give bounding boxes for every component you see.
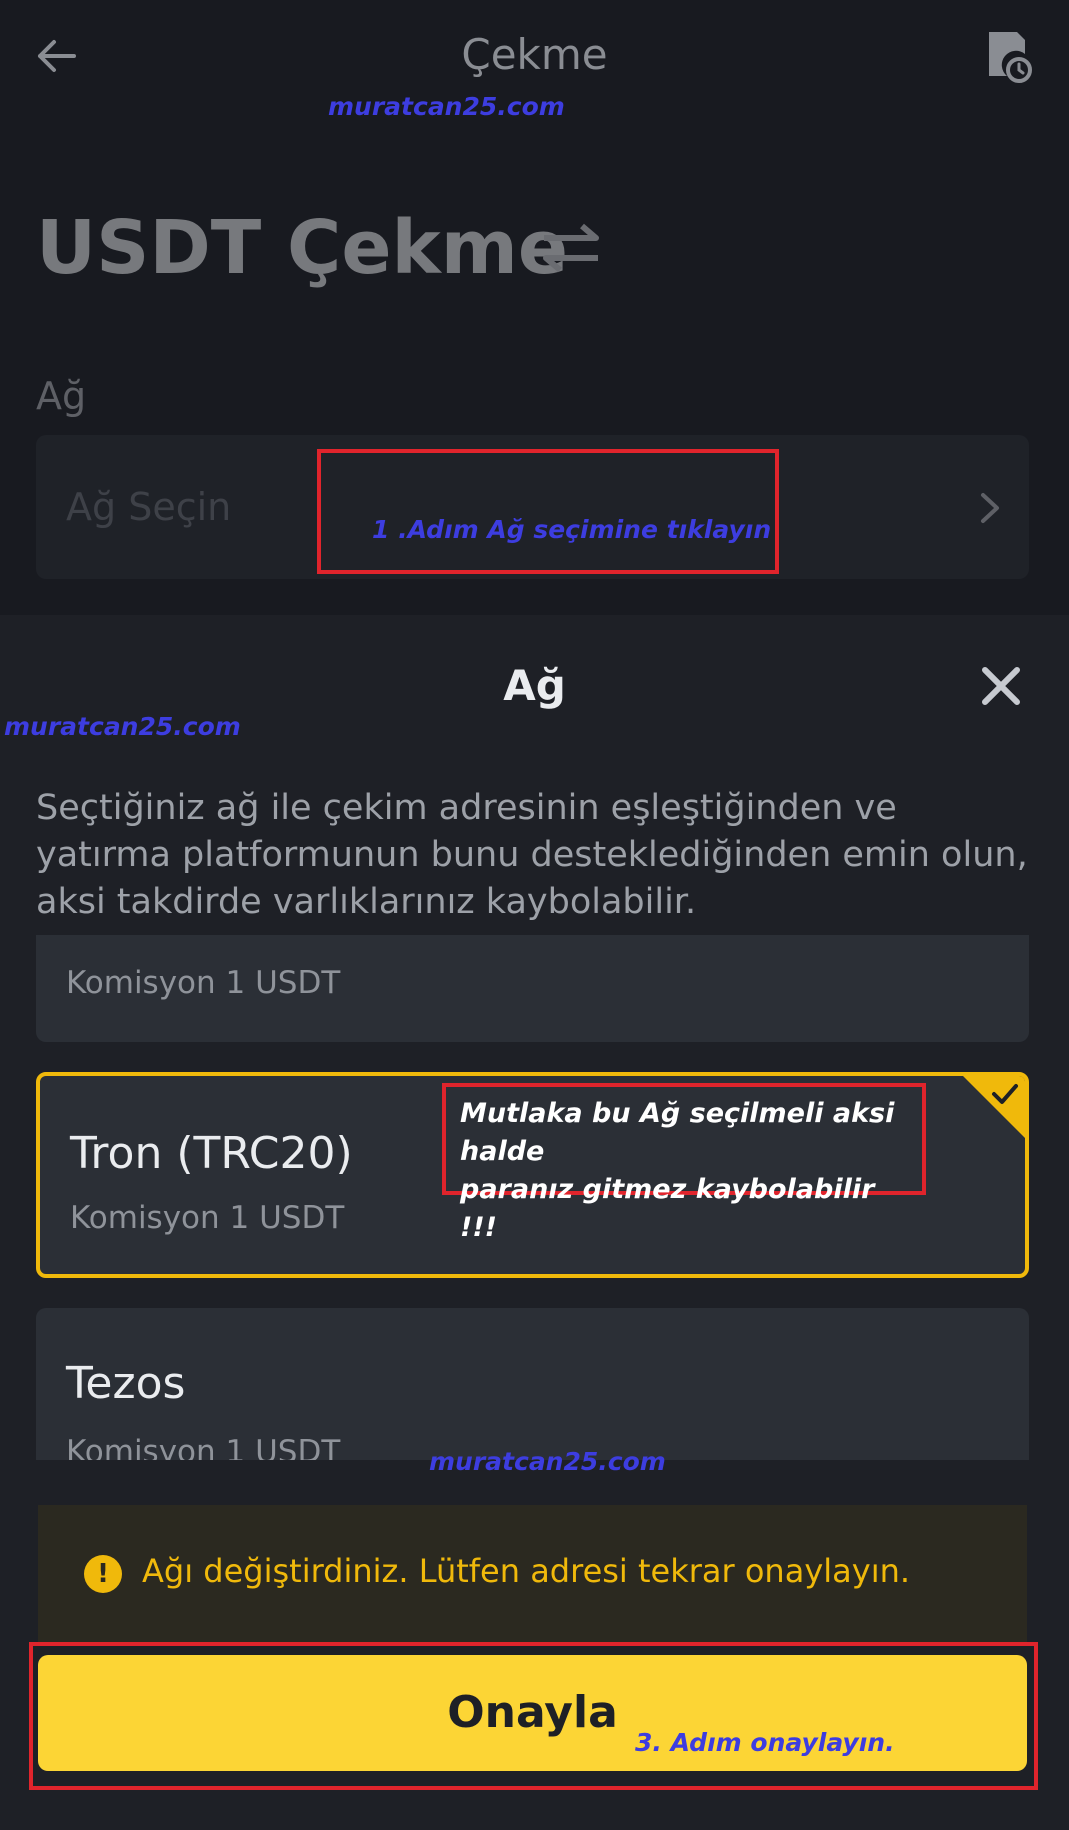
- alert-text: Ağı değiştirdiniz. Lütfen adresi tekrar …: [142, 1552, 911, 1590]
- step1-highlight-box: [317, 449, 779, 574]
- warning-annotation-line1: Mutlaka bu Ağ seçilmeli aksi halde: [460, 1098, 895, 1167]
- step3-highlight-box: [29, 1642, 1038, 1790]
- history-icon[interactable]: [985, 28, 1033, 84]
- watermark-text: muratcan25.com: [4, 712, 241, 741]
- network-option-fee: Komisyon 1 USDT: [66, 1434, 341, 1460]
- network-option-name: Tron (TRC20): [70, 1128, 353, 1179]
- withdraw-title: USDT Çekme: [36, 205, 569, 291]
- network-option-fee: Komisyon 1 USDT: [70, 1200, 345, 1236]
- network-option-name: Tezos: [66, 1358, 186, 1409]
- network-placeholder: Ağ Seçin: [66, 485, 232, 529]
- step1-annotation: 1 .Adım Ağ seçimine tıklayın: [372, 515, 772, 544]
- warning-annotation-line2: paranız gitmez kaybolabilir !!!: [460, 1174, 875, 1243]
- network-label: Ağ: [36, 374, 87, 418]
- step3-annotation: 3. Adım onaylayın.: [635, 1728, 895, 1757]
- exclamation-icon: !: [84, 1555, 122, 1593]
- watermark-text: muratcan25.com: [429, 1447, 666, 1476]
- network-warning-description: Seçtiğiniz ağ ile çekim adresinin eşleşt…: [36, 788, 1028, 922]
- network-changed-alert: ! Ağı değiştirdiniz. Lütfen adresi tekra…: [38, 1505, 1027, 1645]
- checkmark-icon: [992, 1084, 1018, 1104]
- close-icon[interactable]: [980, 665, 1022, 707]
- sheet-title: Ağ: [503, 661, 566, 710]
- network-option-fee: Komisyon 1 USDT: [66, 965, 341, 1001]
- network-option[interactable]: Komisyon 1 USDT: [36, 935, 1029, 1042]
- swap-arrows-icon[interactable]: [540, 222, 602, 274]
- warning-annotation-box: Mutlaka bu Ağ seçilmeli aksi halde paran…: [442, 1083, 926, 1243]
- chevron-right-icon: [981, 493, 999, 523]
- watermark-text: muratcan25.com: [328, 92, 565, 121]
- page-title: Çekme: [461, 30, 608, 79]
- network-option-tezos[interactable]: Tezos Komisyon 1 USDT: [36, 1308, 1029, 1460]
